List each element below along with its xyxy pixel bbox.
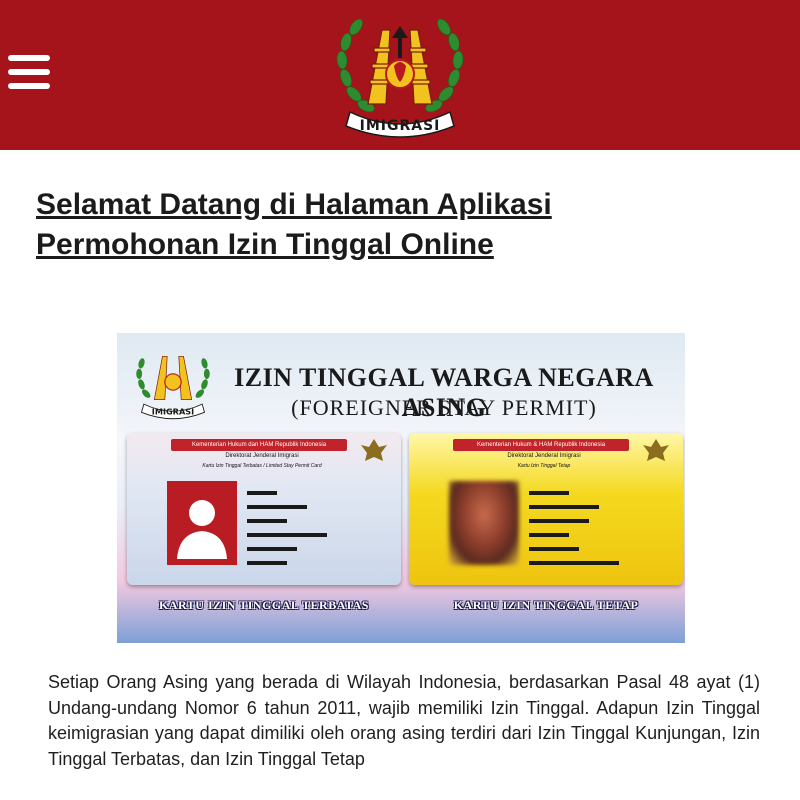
page-title: Selamat Datang di Halaman Aplikasi Permo… [36, 188, 552, 261]
garuda-emblem-icon [643, 439, 669, 461]
permanent-stay-permit-card: Kementerian Hukum & HAM Republik Indones… [409, 433, 683, 585]
redacted-field [529, 533, 569, 537]
redacted-field [247, 547, 297, 551]
card-ministry: Kementerian Hukum & HAM Republik Indones… [453, 439, 629, 451]
permanent-card-caption: KARTU IZIN TINGGAL TETAP [453, 598, 639, 612]
imigrasi-logo[interactable]: IMIGRASI [328, 8, 472, 140]
intro-paragraph: Setiap Orang Asing yang berada di Wilaya… [48, 672, 760, 769]
redacted-field [529, 505, 599, 509]
redacted-field [529, 491, 569, 495]
limited-stay-permit-card: Kementerian Hukum dan HAM Republik Indon… [127, 433, 401, 585]
card-directorate: Direktorat Jenderal Imigrasi [507, 453, 581, 459]
card-type: Kartu Izin Tinggal Terbatas / Limited St… [202, 463, 322, 469]
redacted-field [247, 533, 327, 537]
redacted-field [247, 519, 287, 523]
limited-card-caption: KARTU IZIN TINGGAL TERBATAS [159, 598, 369, 612]
stay-permit-banner: IMIGRASI IZIN TINGGAL WARGA NEGARA ASING… [117, 333, 685, 643]
garuda-emblem-icon [361, 439, 387, 461]
banner-subtitle: (FOREIGNER STAY PERMIT) [291, 395, 597, 420]
card-ministry: Kementerian Hukum dan HAM Republik Indon… [171, 439, 347, 451]
redacted-field [247, 505, 307, 509]
card-directorate: Direktorat Jenderal Imigrasi [225, 453, 299, 459]
banner-logo-text: IMIGRASI [152, 407, 194, 417]
hamburger-menu-icon[interactable] [8, 55, 50, 89]
redacted-field [247, 561, 287, 565]
card-type: Kartu Izin Tinggal Tetap [517, 463, 571, 469]
redacted-field [529, 519, 589, 523]
photo-placeholder [167, 481, 237, 565]
person-silhouette-icon [177, 500, 227, 559]
redacted-field [529, 561, 619, 565]
logo-text: IMIGRASI [360, 118, 441, 134]
imigrasi-logo-small: IMIGRASI [136, 355, 210, 420]
blurred-photo [449, 481, 519, 565]
redacted-field [247, 491, 277, 495]
header-bar: IMIGRASI [0, 0, 800, 150]
redacted-field [529, 547, 579, 551]
